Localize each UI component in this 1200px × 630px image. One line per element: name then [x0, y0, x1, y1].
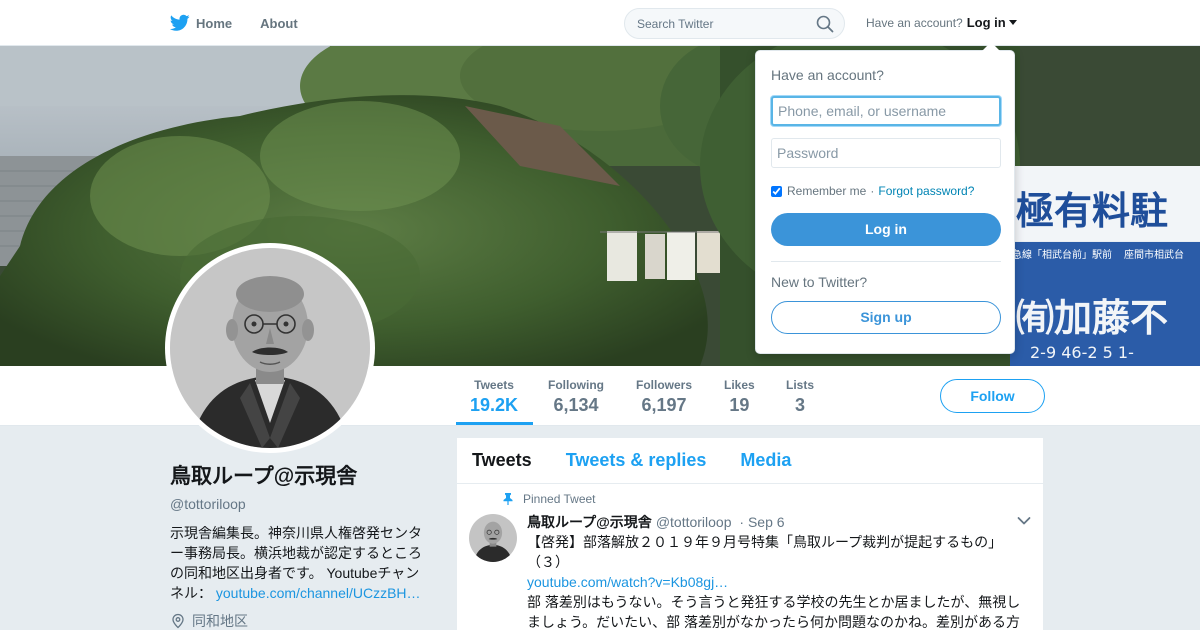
pinned-label: Pinned Tweet: [503, 492, 596, 506]
pinned-label-text: Pinned Tweet: [523, 492, 596, 506]
pin-icon: [503, 493, 513, 505]
tweet-avatar[interactable]: [469, 514, 517, 562]
banner-sign-small-left: 急線「相武台前」駅前: [1012, 248, 1112, 261]
stat-label: Likes: [724, 378, 755, 392]
remember-row: Remember me · Forgot password?: [771, 184, 974, 198]
login-button[interactable]: Log in: [771, 213, 1001, 246]
stat-label: Followers: [636, 378, 693, 392]
login-dropdown: Have an account? Remember me · Forgot pa…: [755, 42, 1015, 354]
top-navigation-bar: Home About Have an account? Log in: [0, 0, 1200, 46]
timeline-tabs: Tweets Tweets & replies Media: [457, 438, 1043, 484]
stat-value: 3: [795, 395, 806, 415]
tweet-author-handle[interactable]: @tottoriloop: [656, 514, 732, 530]
stat-value: 19: [729, 395, 750, 415]
password-field[interactable]: [771, 138, 1001, 168]
search-icon[interactable]: [816, 15, 834, 33]
avatar-photo: [170, 248, 370, 448]
tweet-author-name[interactable]: 鳥取ループ@示現舎: [527, 514, 652, 530]
nav-home[interactable]: Home: [170, 14, 232, 32]
profile-name[interactable]: 鳥取ループ@示現舎: [170, 460, 430, 490]
location-pin-icon: [172, 613, 184, 629]
timeline-panel: Tweets Tweets & replies Media Pinned Twe…: [456, 437, 1044, 630]
profile-avatar[interactable]: [165, 243, 375, 453]
nav-home-label: Home: [196, 15, 233, 31]
active-stat-underline: [456, 422, 533, 425]
tweet-header: 鳥取ループ@示現舎 @tottoriloop · Sep 6: [527, 512, 785, 532]
login-dropdown-toggle[interactable]: Log in: [967, 15, 1006, 30]
stat-lists[interactable]: Lists 3: [786, 378, 814, 416]
remember-me-checkbox[interactable]: [771, 185, 782, 197]
chevron-down-icon[interactable]: [1017, 516, 1031, 526]
tweet-text-body: 部 落差別はもうない。そう言うと発狂する学校の先生とか居ましたが、無視しましょう…: [527, 594, 1021, 630]
separator-dot: ·: [870, 184, 875, 198]
caret-down-icon[interactable]: [1008, 20, 1017, 25]
banner-sign-phone: 2-9 46-2 5 1-: [1030, 343, 1134, 362]
username-field[interactable]: [771, 96, 1001, 126]
profile-bio-link[interactable]: youtube.com/channel/UCzzBH…: [216, 585, 421, 601]
twitter-bird-icon: [170, 14, 190, 31]
stat-following[interactable]: Following 6,134: [548, 378, 604, 416]
login-dropdown-title: Have an account?: [771, 67, 884, 83]
stat-value: 6,134: [553, 395, 599, 415]
profile-bio: 示現舎編集長。神奈川県人権啓発センター事務局長。横浜地裁が認定するところの同和地…: [170, 523, 430, 603]
banner-sign-main: 極有料駐: [1016, 189, 1168, 233]
stat-label: Lists: [786, 378, 815, 392]
dropdown-divider: [771, 261, 1001, 262]
tweet-link[interactable]: youtube.com/watch?v=Kb08gj…: [527, 572, 1027, 592]
banner-sign-small-right: 座間市相武台: [1124, 248, 1184, 261]
nav-left: Home About: [170, 0, 326, 46]
profile-card: 鳥取ループ@示現舎 @tottoriloop 示現舎編集長。神奈川県人権啓発セン…: [170, 460, 430, 630]
search-input[interactable]: [637, 15, 807, 33]
search-box: [624, 8, 845, 39]
profile-location-text: 同和地区: [192, 613, 248, 629]
forgot-password-link[interactable]: Forgot password?: [878, 184, 974, 198]
tweet-text-line: 【啓発】部落解放２０１９年９月号特集「鳥取ループ裁判が提起するもの」（３）: [527, 534, 1003, 570]
stat-value: 6,197: [641, 395, 687, 415]
stat-followers[interactable]: Followers 6,197: [636, 378, 692, 416]
stat-likes[interactable]: Likes 19: [724, 378, 755, 416]
dropdown-arrow: [982, 42, 1000, 51]
stat-tweets[interactable]: Tweets 19.2K: [470, 378, 518, 416]
have-account-text: Have an account?: [866, 15, 963, 30]
nav-about-label: About: [260, 15, 298, 31]
new-to-twitter-text: New to Twitter?: [771, 274, 868, 290]
nav-about[interactable]: About: [260, 16, 298, 31]
tweet-date[interactable]: · Sep 6: [739, 514, 784, 530]
remember-me-label[interactable]: Remember me: [787, 184, 866, 198]
stat-label: Tweets: [474, 378, 514, 392]
tweet-text: 【啓発】部落解放２０１９年９月号特集「鳥取ループ裁判が提起するもの」（３） yo…: [527, 532, 1027, 630]
stat-value: 19.2K: [470, 395, 519, 415]
tab-media[interactable]: Media: [740, 450, 791, 471]
tweet-avatar-photo: [469, 514, 517, 562]
banner-sign-bottom: ㈲加藤不: [1016, 296, 1168, 340]
follow-button[interactable]: Follow: [940, 379, 1045, 413]
stat-label: Following: [548, 378, 604, 392]
login-prompt: Have an account? Log in: [866, 15, 1017, 30]
signup-button[interactable]: Sign up: [771, 301, 1001, 334]
tab-tweets[interactable]: Tweets: [472, 450, 532, 471]
tab-tweets-and-replies[interactable]: Tweets & replies: [566, 450, 707, 471]
profile-location: 同和地区: [170, 611, 430, 630]
profile-handle[interactable]: @tottoriloop: [170, 496, 430, 512]
